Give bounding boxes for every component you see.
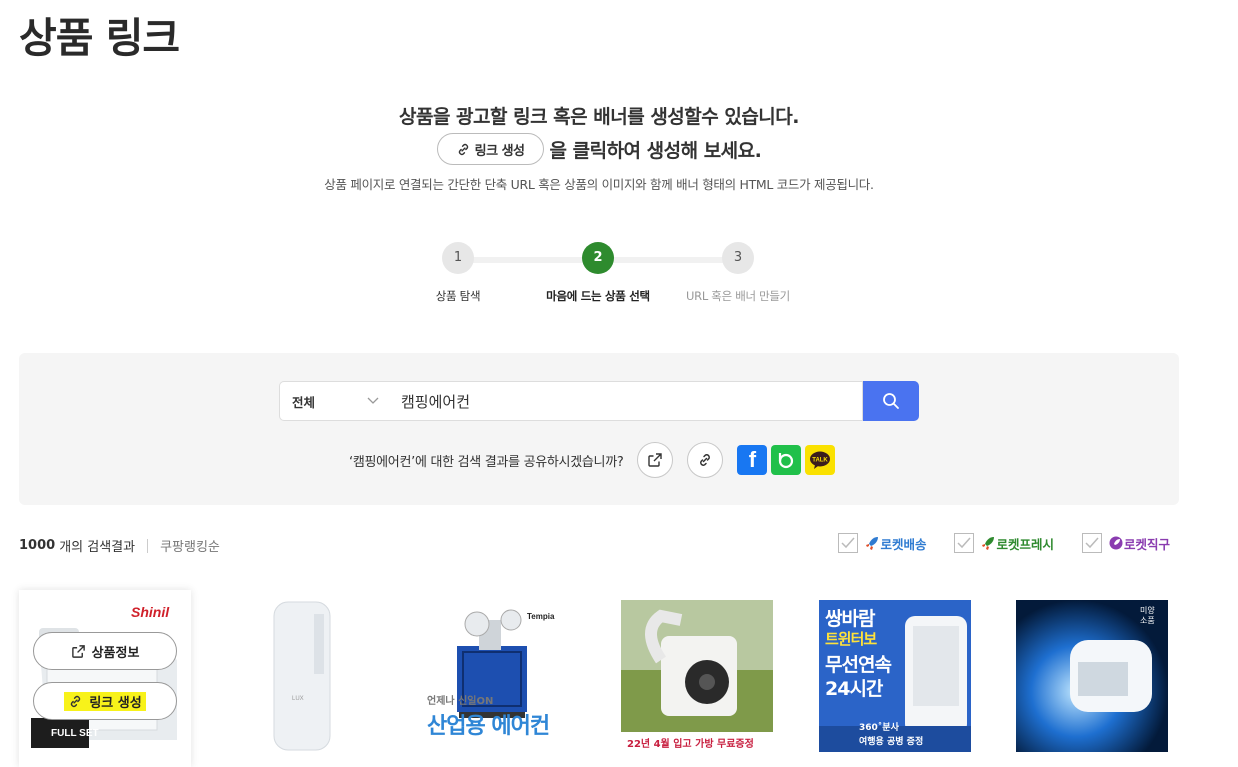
rocket-icon [982,537,995,550]
create-link-button[interactable]: 링크 생성 [33,682,177,720]
rocket-icon [866,537,879,550]
facebook-icon: f [748,447,757,472]
copy-link-button[interactable] [687,442,724,478]
product-caption: 22년 4월 입고 가방 무료증정 [627,739,754,750]
share-prompt: ‘캠핑에어컨’에 대한 검색 결과를 공유하시겠습니까? [349,454,624,470]
product-image: Shinil FULL SET [29,600,181,752]
filter-rocket-fresh[interactable]: 로켓프레시 [954,533,1054,553]
search-panel: 전체 ‘캠핑에어컨’에 대한 검색 결과를 공유하시겠습니까? f TALK [19,353,1179,505]
filter-checkbox[interactable] [954,533,975,553]
filter-rocket-global[interactable]: 로켓직구 [1081,533,1170,553]
product-image: LUX [222,600,374,752]
product-headline: 쌍바람 [825,608,875,630]
step-3: 3 URL 혹은 배너 만들기 [673,242,803,304]
search-icon [883,393,899,409]
filter-rocket-delivery[interactable]: 로켓배송 [838,533,926,553]
product-badge: 360˚분사 [859,723,899,733]
product-info-button[interactable]: 상품정보 [33,632,177,670]
page-title: 상품 링크 [19,14,180,62]
product-brand: LUX [292,696,304,702]
band-icon [779,453,794,469]
product-tag: 미양소품 [1140,606,1155,625]
chevron-down-icon [367,397,379,404]
product-caption: 여행용 공병 증정 [859,737,924,747]
product-image: 22년 4월 입고 가방 무료증정 [621,600,773,752]
link-create-example-label: 링크 생성 [474,143,525,159]
check-icon [1085,537,1099,549]
product-caption-small: 언제나 신일ON [427,696,494,707]
product-card[interactable]: Shinil FULL SET 상품정보 링크 생성 [19,590,191,767]
facebook-share-button[interactable]: f [737,445,768,475]
kakaotalk-icon: TALK [810,451,831,469]
svg-text:TALK: TALK [813,458,829,464]
search-bar: 전체 [279,381,919,421]
filter-label: 로켓배송 [880,536,927,552]
external-link-icon [71,644,85,658]
intro-instruction: 링크 생성 을 클릭하여 생성해 보세요. [0,133,1198,165]
intro-headline: 상품을 광고할 링크 혹은 배너를 생성할수 있습니다. [399,106,800,128]
step-3-number: 3 [722,242,754,274]
step-progress: 1 상품 탐색 2 마음에 드는 상품 선택 3 URL 혹은 배너 만들기 [428,242,808,312]
product-card[interactable]: 쌍바람 트윈터보 무선연속 24시간 360˚분사 여행용 공병 증정 [809,590,981,767]
product-badge: FULL SET [51,728,99,739]
search-input[interactable] [391,381,863,421]
product-card[interactable]: 미양소품 [1006,590,1178,767]
link-create-example-button[interactable]: 링크 생성 [436,133,544,165]
globe-rocket-icon [1109,536,1123,550]
highlight: 링크 생성 [64,691,146,711]
step-2: 2 마음에 드는 상품 선택 [533,242,663,304]
result-count-suffix: 개의 검색결과 [59,540,136,555]
sort-order[interactable]: 쿠팡랭킹순 [160,536,220,555]
step-1: 1 상품 탐색 [393,242,523,304]
product-image: Tempia 언제나 신일ON 산업용 에어컨 [419,600,571,752]
search-button[interactable] [863,381,919,421]
create-link-label: 링크 생성 [89,695,142,711]
step-2-number: 2 [582,242,614,274]
product-headline: 무선연속 [825,654,892,676]
result-summary: 1000 개의 검색결과 쿠팡랭킹순 [19,536,220,555]
product-image: 쌍바람 트윈터보 무선연속 24시간 360˚분사 여행용 공병 증정 [819,600,971,752]
kakao-share-button[interactable]: TALK [805,445,836,475]
product-brand: Tempia [527,612,555,621]
filter-checkbox[interactable] [1081,533,1102,553]
product-headline: 트윈터보 [825,630,877,648]
link-icon [700,454,711,466]
result-count: 1000 [19,538,56,553]
product-caption: 산업용 에어컨 [427,714,550,739]
filter-label: 로켓프레시 [996,536,1054,552]
category-select-value: 전체 [292,394,316,410]
product-card[interactable]: 22년 4월 입고 가방 무료증정 [611,590,783,767]
check-icon [957,537,972,549]
product-brand: Shinil [131,604,170,620]
category-select[interactable]: 전체 [279,381,391,421]
step-3-label: URL 혹은 배너 만들기 [686,289,790,303]
link-icon [71,695,81,707]
band-share-button[interactable] [771,445,802,475]
check-icon [841,537,856,549]
intro-section: 상품을 광고할 링크 혹은 배너를 생성할수 있습니다. 링크 생성 을 클릭하… [0,102,1198,193]
intro-description: 상품 페이지로 연결되는 간단한 단축 URL 혹은 상품의 이미지와 함께 배… [324,177,874,192]
step-1-label: 상품 탐색 [435,289,481,303]
product-headline: 24시간 [825,678,883,700]
product-info-label: 상품정보 [91,645,140,661]
delivery-filters: 로켓배송 로켓프레시 로켓직구 [810,533,1170,553]
filter-label: 로켓직구 [1123,536,1170,552]
step-2-label: 마음에 드는 상품 선택 [546,289,650,303]
product-card[interactable]: LUX [212,590,384,767]
link-icon [458,143,468,155]
divider [147,538,149,553]
share-row: ‘캠핑에어컨’에 대한 검색 결과를 공유하시겠습니까? f TALK [349,442,839,478]
external-link-icon [648,453,663,467]
product-image: 미양소품 [1016,600,1168,752]
filter-checkbox[interactable] [838,533,859,553]
product-card[interactable]: Tempia 언제나 신일ON 산업용 에어컨 [409,590,581,767]
share-external-button[interactable] [637,442,674,478]
intro-instruction-text: 을 클릭하여 생성해 보세요. [549,139,762,162]
step-1-number: 1 [442,242,474,274]
